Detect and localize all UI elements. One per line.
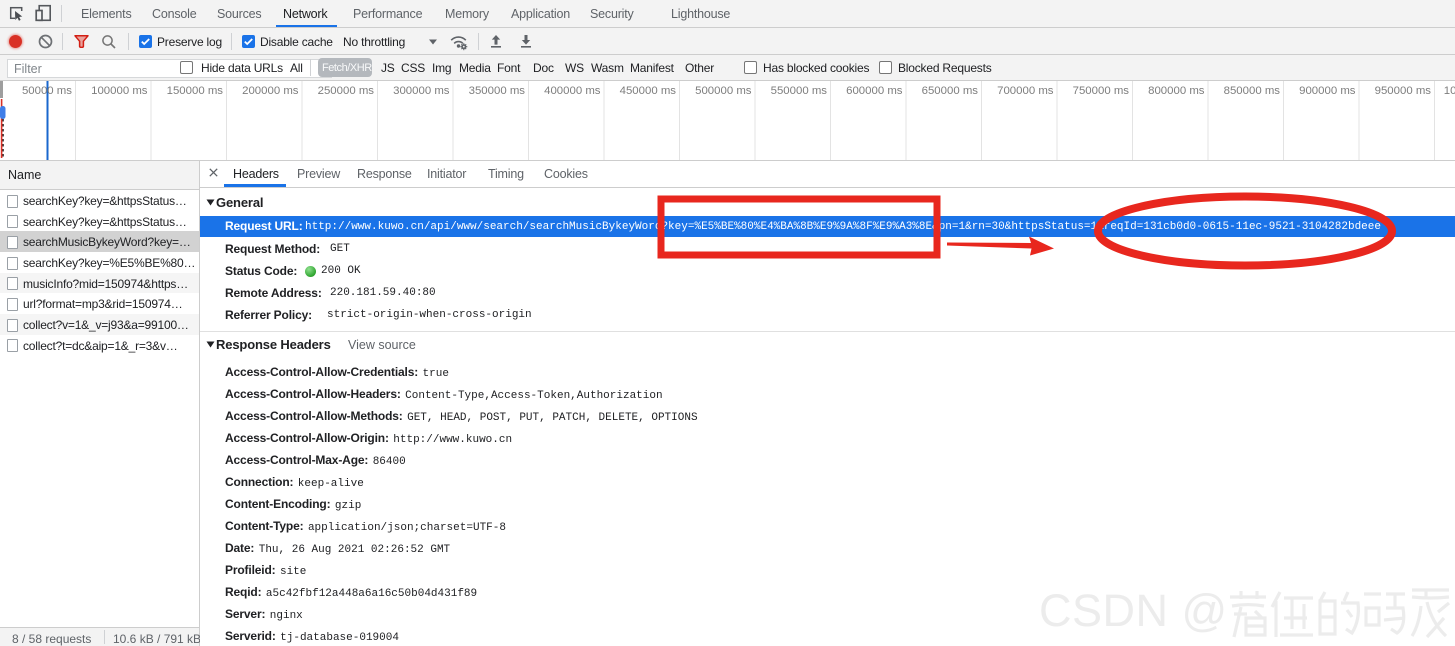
svg-text:CSDN @: CSDN @: [1039, 585, 1228, 636]
